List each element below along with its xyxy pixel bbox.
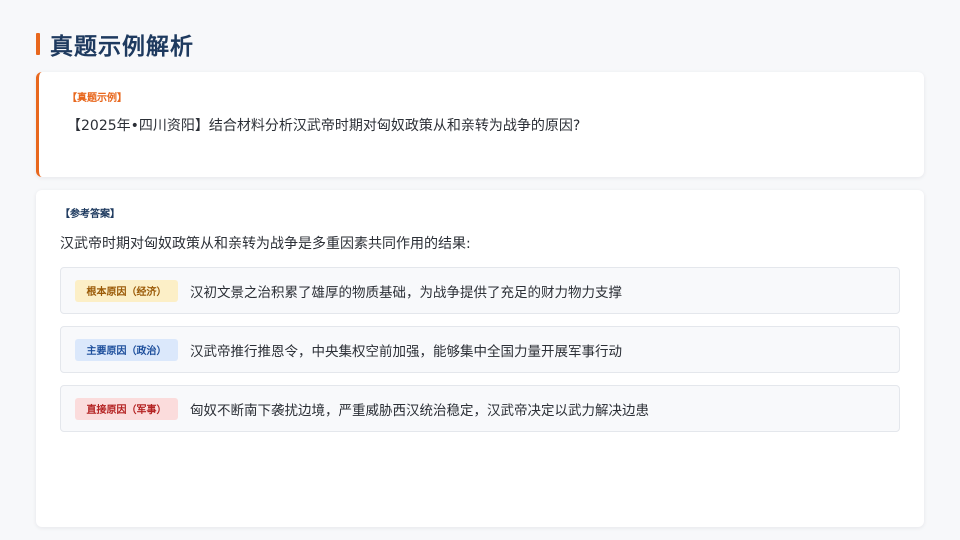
reason-tag-military: 直接原因（军事） xyxy=(75,397,178,420)
reason-item-political: 主要原因（政治） 汉武帝推行推恩令，中央集权空前加强，能够集中全国力量开展军事行… xyxy=(60,326,900,373)
reason-text-military: 匈奴不断南下袭扰边境，严重威胁西汉统治稳定，汉武帝决定以武力解决边患 xyxy=(190,402,649,419)
question-card: 【真题示例】 【2025年•四川资阳】结合材料分析汉武帝时期对匈奴政策从和亲转为… xyxy=(36,72,924,177)
answer-tag: 【参考答案】 xyxy=(60,209,120,220)
question-tag: 【真题示例】 xyxy=(67,93,127,104)
reason-tag-political: 主要原因（政治） xyxy=(75,338,178,361)
title-accent-bar xyxy=(36,33,40,55)
answer-card: 【参考答案】 汉武帝时期对匈奴政策从和亲转为战争是多重因素共同作用的结果: 根本… xyxy=(36,190,924,527)
reason-text-economic: 汉初文景之治积累了雄厚的物质基础，为战争提供了充足的财力物力支撑 xyxy=(190,284,622,301)
page-header: 真题示例解析 xyxy=(36,29,194,60)
reason-list: 根本原因（经济） 汉初文景之治积累了雄厚的物质基础，为战争提供了充足的财力物力支… xyxy=(60,267,900,432)
reason-text-political: 汉武帝推行推恩令，中央集权空前加强，能够集中全国力量开展军事行动 xyxy=(190,343,622,360)
page-title: 真题示例解析 xyxy=(50,34,194,60)
reason-item-economic: 根本原因（经济） 汉初文景之治积累了雄厚的物质基础，为战争提供了充足的财力物力支… xyxy=(60,267,900,314)
reason-tag-economic: 根本原因（经济） xyxy=(75,279,178,302)
answer-intro: 汉武帝时期对匈奴政策从和亲转为战争是多重因素共同作用的结果: xyxy=(60,236,471,252)
question-text: 【2025年•四川资阳】结合材料分析汉武帝时期对匈奴政策从和亲转为战争的原因? xyxy=(67,118,581,134)
reason-item-military: 直接原因（军事） 匈奴不断南下袭扰边境，严重威胁西汉统治稳定，汉武帝决定以武力解… xyxy=(60,385,900,432)
